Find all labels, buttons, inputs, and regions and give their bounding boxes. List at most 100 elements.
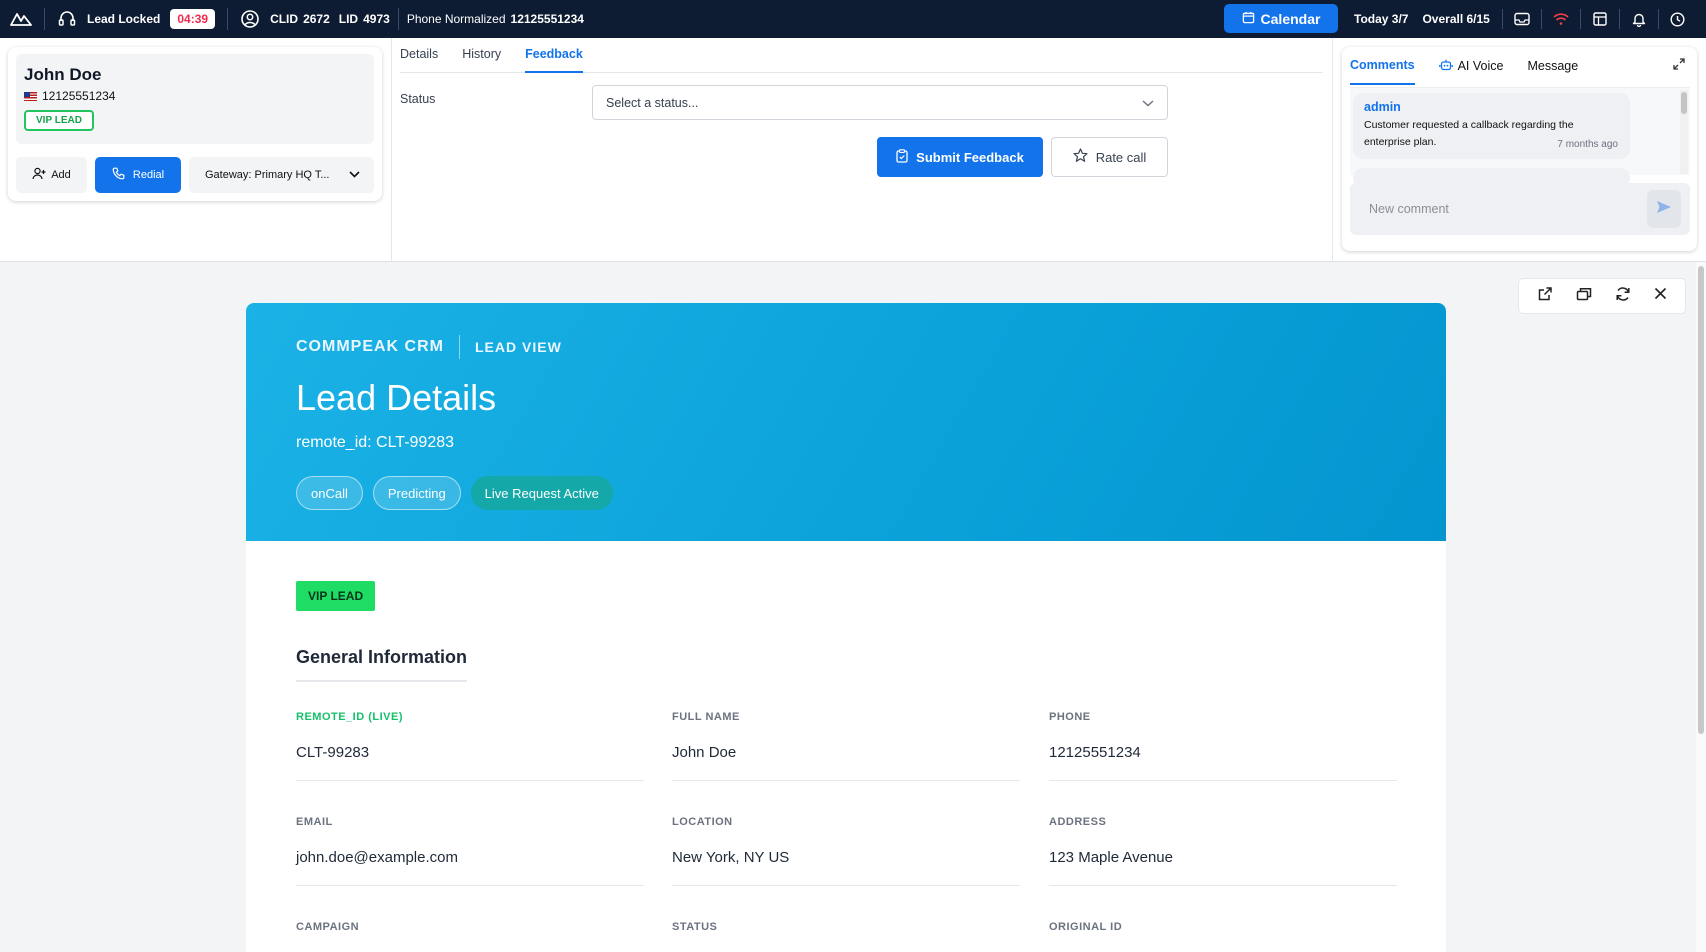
headset-icon: [57, 9, 77, 29]
bell-icon[interactable]: [1620, 0, 1658, 38]
lead-name: John Doe: [24, 65, 102, 84]
chevron-down-icon: [349, 169, 360, 181]
field-label: REMOTE_ID (LIVE): [296, 711, 404, 723]
field-value: 12125551234: [1049, 744, 1397, 781]
top-bar-right: Today 3/7 Overall 6/15: [1354, 0, 1697, 38]
view-name: LEAD VIEW: [475, 339, 562, 355]
clipboard-icon: [896, 148, 908, 166]
status-select-placeholder: Select a status...: [606, 95, 699, 110]
tab-ai-voice[interactable]: AI Voice: [1438, 47, 1504, 85]
user-circle-icon: [240, 9, 260, 29]
brand-logo-icon[interactable]: [10, 0, 32, 38]
gateway-value: Gateway: Primary HQ T...: [205, 169, 330, 181]
overall-count: Overall 6/15: [1422, 12, 1490, 26]
comments-list[interactable]: admin Customer requested a callback rega…: [1350, 87, 1690, 188]
field-address: ADDRESS 123 Maple Avenue: [1049, 816, 1397, 886]
field-remote-id: REMOTE_ID (LIVE) CLT-99283: [296, 711, 644, 781]
window-icon[interactable]: [1576, 287, 1592, 306]
lead-hero-banner: COMMPEAK CRM LEAD VIEW Lead Details remo…: [246, 303, 1446, 541]
status-pill-live-request: Live Request Active: [470, 476, 613, 510]
field-value: John Doe: [672, 744, 1020, 781]
expand-icon[interactable]: [1673, 57, 1685, 75]
field-label: LOCATION: [672, 816, 733, 828]
field-phone: PHONE 12125551234: [1049, 711, 1397, 781]
status-pills: onCall Predicting Live Request Active: [296, 476, 613, 510]
view-toolbar: [1518, 278, 1686, 314]
field-location: LOCATION New York, NY US: [672, 816, 1020, 886]
comment-author: admin: [1364, 100, 1401, 114]
submit-feedback-button[interactable]: Submit Feedback: [877, 137, 1043, 177]
divider: [459, 335, 460, 359]
calendar-label: Calendar: [1260, 10, 1321, 27]
divider: [227, 8, 229, 30]
section-title: General Information: [296, 647, 468, 682]
external-link-icon[interactable]: [1537, 286, 1553, 307]
vip-lead-badge: VIP LEAD: [296, 581, 376, 611]
inbox-icon[interactable]: [1503, 0, 1541, 38]
lock-timer: 04:39: [170, 9, 216, 29]
phone-icon: [112, 167, 125, 183]
comments-panel: Comments AI Voice Message admin Customer…: [1342, 47, 1697, 251]
gateway-select[interactable]: Gateway: Primary HQ T...: [189, 157, 374, 193]
comment-item: admin Customer requested a callback rega…: [1353, 93, 1630, 159]
tab-details[interactable]: Details: [400, 38, 438, 73]
field-original-id: ORIGINAL ID: [1049, 921, 1397, 933]
divider: [1332, 38, 1333, 262]
submit-feedback-label: Submit Feedback: [916, 149, 1024, 165]
brand-name: COMMPEAK CRM: [296, 338, 444, 355]
ai-voice-label: AI Voice: [1457, 59, 1504, 73]
clock-icon[interactable]: [1659, 0, 1697, 38]
field-value: New York, NY US: [672, 849, 1020, 886]
page-scrollbar[interactable]: [1696, 262, 1706, 952]
field-label: FULL NAME: [672, 711, 740, 723]
add-button[interactable]: Add: [16, 157, 87, 193]
brand-header: COMMPEAK CRM LEAD VIEW: [296, 335, 562, 359]
today-count: Today 3/7: [1354, 12, 1409, 26]
page-title: Lead Details: [296, 377, 497, 418]
refresh-icon[interactable]: [1615, 286, 1631, 307]
lid-label: LID: [338, 12, 359, 26]
top-panel: John Doe 12125551234 VIP LEAD Add Redial…: [0, 38, 1706, 262]
new-comment-input[interactable]: [1350, 183, 1690, 235]
chevron-down-icon: [1142, 96, 1154, 110]
field-value: CLT-99283: [296, 744, 644, 781]
field-label: ORIGINAL ID: [1049, 921, 1123, 933]
tab-feedback[interactable]: Feedback: [525, 38, 583, 73]
tab-message[interactable]: Message: [1527, 47, 1578, 85]
field-status: STATUS: [672, 921, 1020, 933]
calendar-icon: [1242, 11, 1255, 27]
field-label: EMAIL: [296, 816, 333, 828]
clid-value: 2672: [303, 12, 330, 26]
user-plus-icon: [32, 167, 46, 183]
layout-icon[interactable]: [1581, 0, 1619, 38]
clid-label: CLID: [270, 12, 299, 26]
redial-label: Redial: [132, 169, 165, 181]
wifi-icon[interactable]: [1542, 0, 1580, 38]
field-full-name: FULL NAME John Doe: [672, 711, 1020, 781]
tab-comments[interactable]: Comments: [1350, 47, 1415, 85]
redial-button[interactable]: Redial: [95, 157, 181, 193]
lead-tabs: Details History Feedback: [400, 38, 1323, 73]
status-select[interactable]: Select a status...: [592, 85, 1168, 120]
send-comment-button[interactable]: [1647, 190, 1681, 228]
comments-scrollbar[interactable]: [1680, 90, 1688, 174]
field-label: PHONE: [1049, 711, 1091, 723]
comment-time: 7 months ago: [1557, 139, 1618, 150]
tab-history[interactable]: History: [462, 38, 501, 73]
calendar-button[interactable]: Calendar: [1224, 4, 1338, 33]
field-email: EMAIL john.doe@example.com: [296, 816, 644, 886]
status-pill-predicting: Predicting: [372, 476, 461, 510]
vip-lead-badge: VIP LEAD: [24, 110, 94, 131]
lead-locked-label: Lead Locked: [87, 12, 161, 26]
field-label: STATUS: [672, 921, 718, 933]
robot-icon: [1438, 59, 1453, 74]
comments-tabs: Comments AI Voice Message: [1350, 47, 1602, 85]
lead-phone: 12125551234: [24, 89, 115, 103]
close-icon[interactable]: [1654, 287, 1667, 305]
us-flag-icon: [24, 91, 37, 101]
field-value: 123 Maple Avenue: [1049, 849, 1397, 886]
divider: [397, 8, 399, 30]
rate-call-button[interactable]: Rate call: [1051, 137, 1168, 177]
lead-phone-number: 12125551234: [42, 89, 116, 103]
field-campaign: CAMPAIGN: [296, 921, 644, 933]
